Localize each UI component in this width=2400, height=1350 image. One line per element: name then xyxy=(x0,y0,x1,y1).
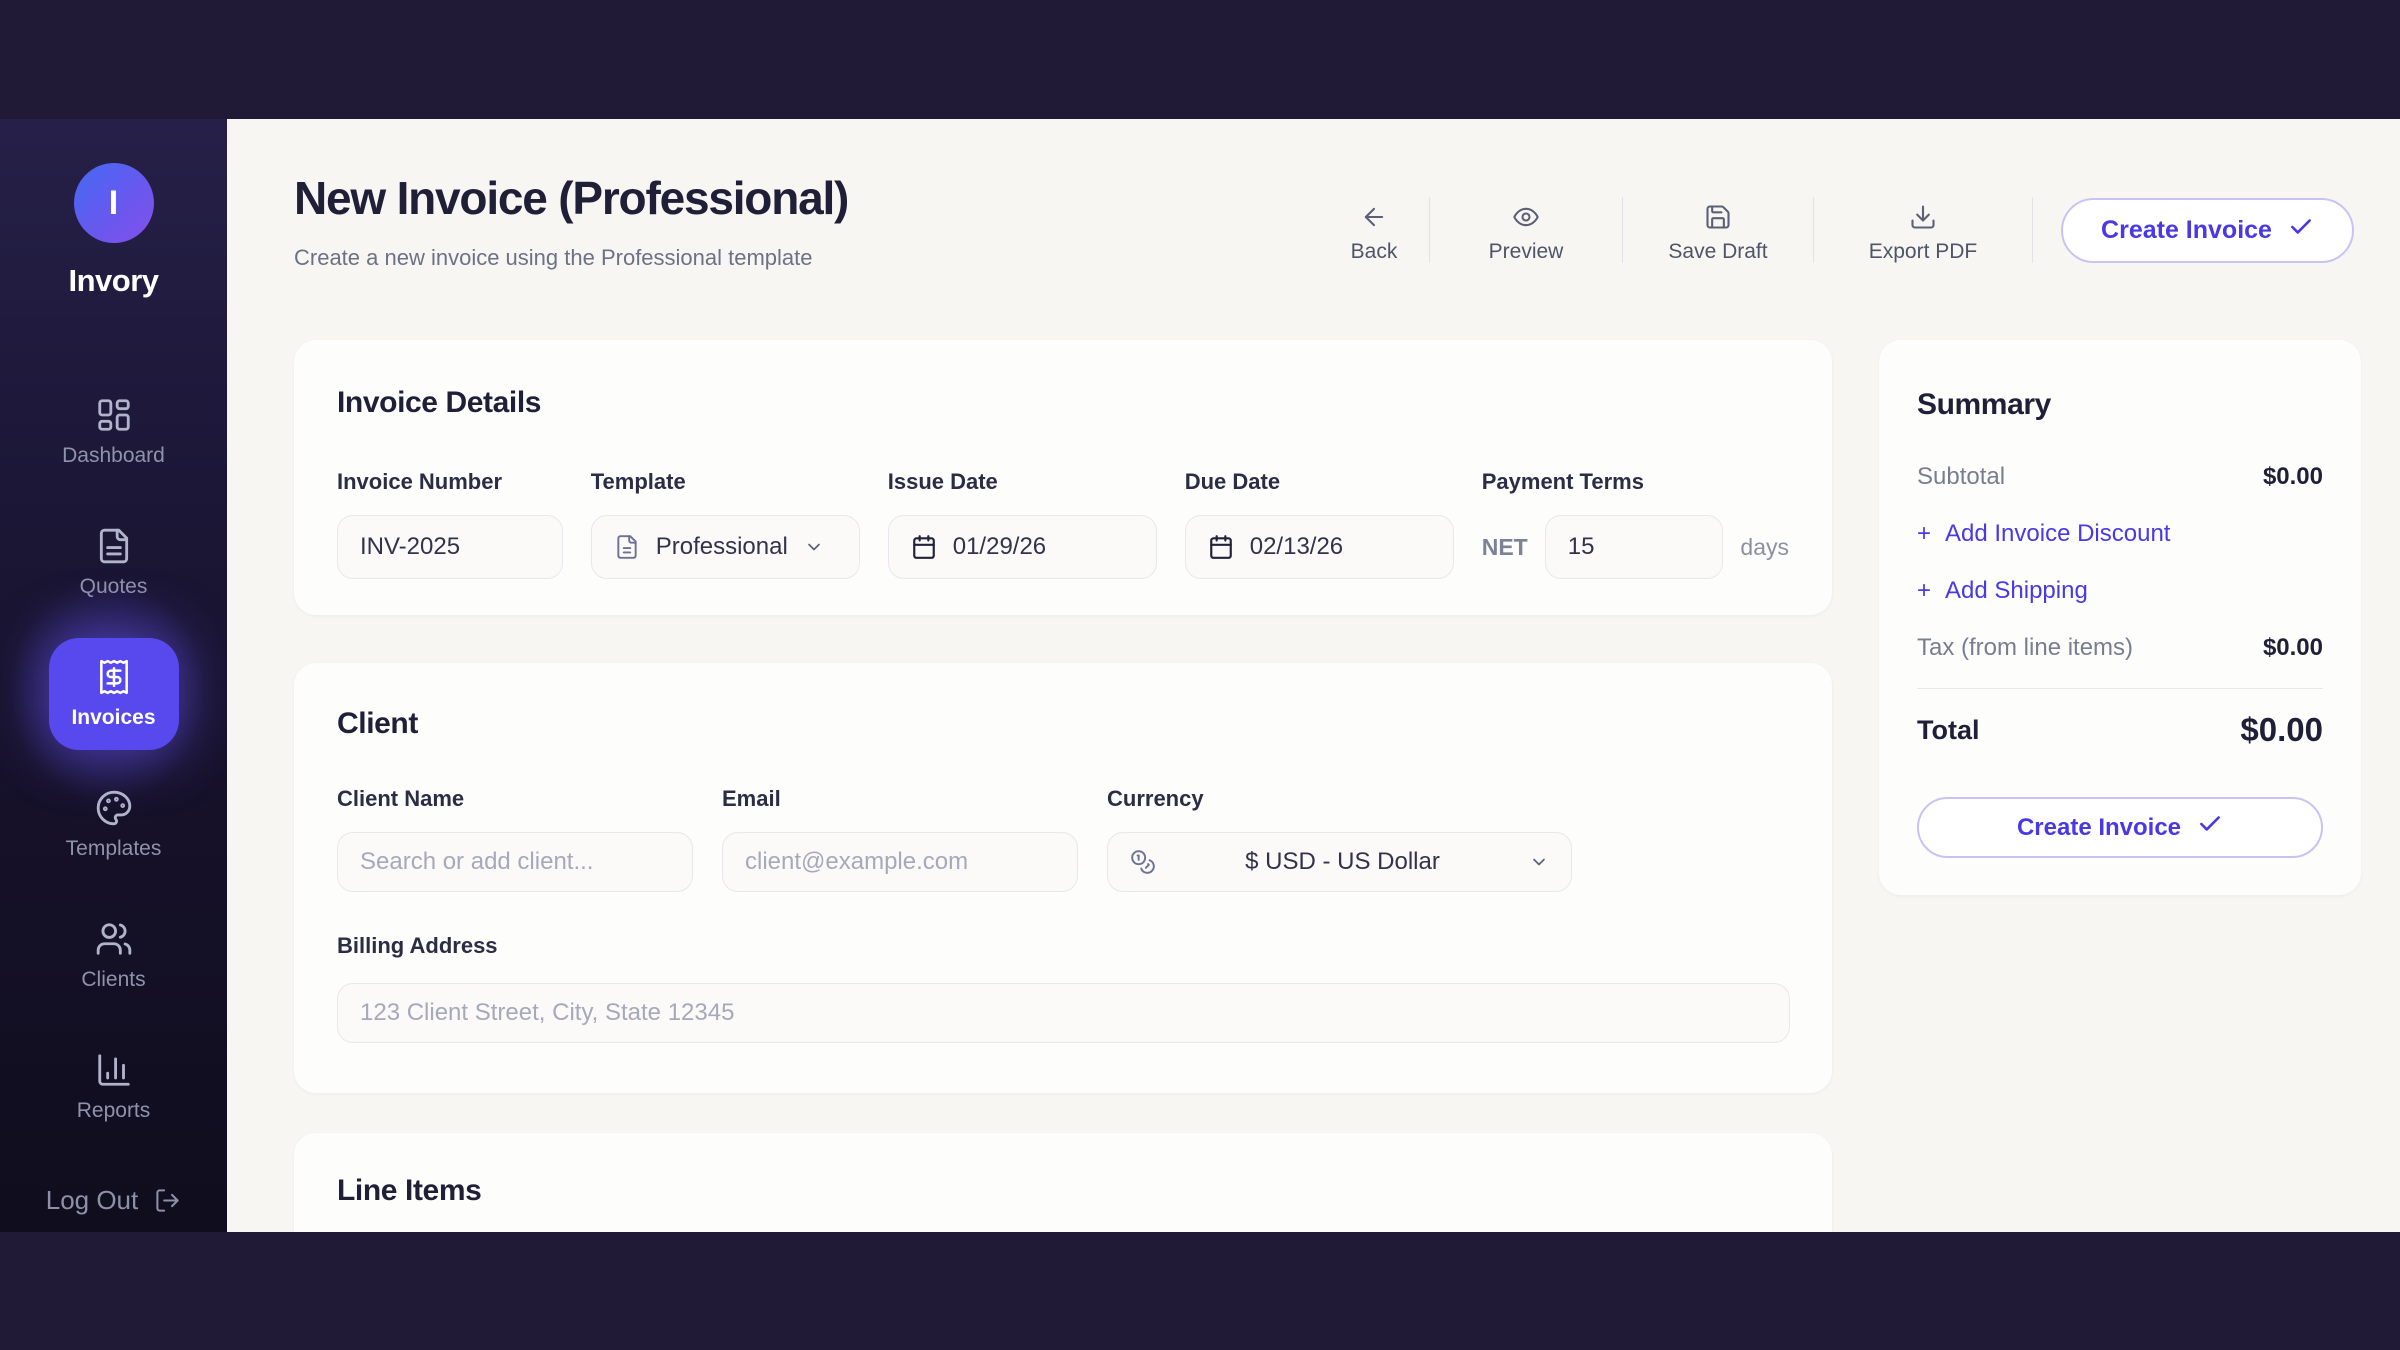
subtotal-value: $0.00 xyxy=(2263,463,2323,491)
logout-button[interactable]: Log Out xyxy=(46,1185,182,1216)
logo-letter: I xyxy=(109,184,118,223)
summary-divider xyxy=(1917,688,2323,689)
app-window: I Invory Dashboard Quotes xyxy=(0,119,2400,1232)
file-text-icon xyxy=(614,534,640,560)
subtotal-row: Subtotal $0.00 xyxy=(1917,463,2323,491)
screen: I Invory Dashboard Quotes xyxy=(0,0,2400,1350)
summary-heading: Summary xyxy=(1917,388,2323,422)
email-field: Email xyxy=(722,786,1078,892)
add-shipping-link[interactable]: + Add Shipping xyxy=(1917,577,2323,605)
brand-name: Invory xyxy=(68,263,158,299)
sidebar-nav: Dashboard Quotes Invoices xyxy=(49,376,179,1143)
billing-address-input[interactable] xyxy=(337,983,1790,1043)
create-invoice-button-summary[interactable]: Create Invoice xyxy=(1917,797,2323,858)
billing-address-field: Billing Address xyxy=(337,933,1789,1043)
sidebar-item-label: Invoices xyxy=(71,706,155,730)
eye-icon xyxy=(1512,203,1540,231)
days-label: days xyxy=(1740,534,1789,561)
sidebar-item-label: Quotes xyxy=(80,575,148,599)
total-value: $0.00 xyxy=(2240,711,2323,749)
quotes-icon xyxy=(95,527,133,565)
download-icon xyxy=(1909,203,1937,231)
sidebar-item-label: Dashboard xyxy=(62,444,165,468)
save-draft-button[interactable]: Save Draft xyxy=(1623,197,1813,264)
toolbar-divider xyxy=(2032,197,2033,263)
sidebar-item-clients[interactable]: Clients xyxy=(49,900,179,1012)
coins-icon xyxy=(1130,849,1156,875)
header-toolbar: Back Preview Save Draft Export PDF xyxy=(1319,195,2354,265)
sidebar-item-dashboard[interactable]: Dashboard xyxy=(49,376,179,488)
create-invoice-button[interactable]: Create Invoice xyxy=(2061,198,2354,263)
app-logo: I xyxy=(74,163,154,243)
logout-label: Log Out xyxy=(46,1185,139,1216)
client-name-input[interactable] xyxy=(337,832,693,892)
preview-button[interactable]: Preview xyxy=(1430,197,1622,264)
sidebar-item-quotes[interactable]: Quotes xyxy=(49,507,179,619)
sidebar-item-invoices[interactable]: Invoices xyxy=(49,638,179,750)
templates-icon xyxy=(95,789,133,827)
invoice-number-input[interactable] xyxy=(337,515,563,579)
chevron-down-icon xyxy=(804,537,824,557)
export-pdf-button[interactable]: Export PDF xyxy=(1814,197,2032,264)
sidebar: I Invory Dashboard Quotes xyxy=(0,119,227,1232)
sidebar-item-reports[interactable]: Reports xyxy=(49,1031,179,1143)
client-card: Client Client Name Email Currency xyxy=(294,663,1832,1093)
logout-icon xyxy=(154,1187,181,1214)
sidebar-item-label: Reports xyxy=(77,1099,151,1123)
issue-date-field: Issue Date 01/29/26 xyxy=(888,469,1157,579)
issue-date-picker[interactable]: 01/29/26 xyxy=(888,515,1157,579)
clients-icon xyxy=(95,920,133,958)
main-content: New Invoice (Professional) Create a new … xyxy=(227,119,2400,1232)
calendar-icon xyxy=(911,534,937,560)
tax-value: $0.00 xyxy=(2263,634,2323,662)
check-icon xyxy=(2197,811,2223,844)
check-icon xyxy=(2288,214,2314,247)
chevron-down-icon xyxy=(1529,852,1549,872)
currency-select[interactable]: $ USD - US Dollar xyxy=(1107,832,1572,892)
tax-row: Tax (from line items) $0.00 xyxy=(1917,634,2323,662)
dashboard-icon xyxy=(95,396,133,434)
client-email-input[interactable] xyxy=(722,832,1078,892)
invoices-icon xyxy=(95,658,133,696)
summary-card: Summary Subtotal $0.00 + Add Invoice Dis… xyxy=(1879,340,2361,895)
page-header: New Invoice (Professional) Create a new … xyxy=(294,171,848,271)
invoice-details-card: Invoice Details Invoice Number Template … xyxy=(294,340,1832,615)
plus-icon: + xyxy=(1917,520,1931,548)
add-invoice-discount-link[interactable]: + Add Invoice Discount xyxy=(1917,520,2323,548)
line-items-card: Line Items xyxy=(294,1133,1832,1232)
sidebar-item-label: Templates xyxy=(66,837,162,861)
payment-terms-field: Payment Terms NET days xyxy=(1482,469,1789,579)
total-row: Total $0.00 xyxy=(1917,711,2323,749)
client-heading: Client xyxy=(337,707,1789,741)
sidebar-item-label: Clients xyxy=(81,968,145,992)
template-field: Template Professional xyxy=(591,469,860,579)
arrow-left-icon xyxy=(1360,203,1388,231)
currency-field: Currency $ USD - US Dollar xyxy=(1107,786,1572,892)
sidebar-item-templates[interactable]: Templates xyxy=(49,769,179,881)
back-button[interactable]: Back xyxy=(1319,197,1429,264)
client-name-field: Client Name xyxy=(337,786,693,892)
payment-terms-input[interactable] xyxy=(1545,515,1724,579)
template-select[interactable]: Professional xyxy=(591,515,860,579)
reports-icon xyxy=(95,1051,133,1089)
due-date-picker[interactable]: 02/13/26 xyxy=(1185,515,1454,579)
plus-icon: + xyxy=(1917,577,1931,605)
save-icon xyxy=(1704,203,1732,231)
page-title: New Invoice (Professional) xyxy=(294,171,848,225)
page-subtitle: Create a new invoice using the Professio… xyxy=(294,245,848,271)
due-date-field: Due Date 02/13/26 xyxy=(1185,469,1454,579)
invoice-number-field: Invoice Number xyxy=(337,469,563,579)
net-label: NET xyxy=(1482,534,1528,561)
line-items-heading: Line Items xyxy=(337,1174,1789,1208)
invoice-details-heading: Invoice Details xyxy=(337,386,1789,420)
calendar-icon xyxy=(1208,534,1234,560)
